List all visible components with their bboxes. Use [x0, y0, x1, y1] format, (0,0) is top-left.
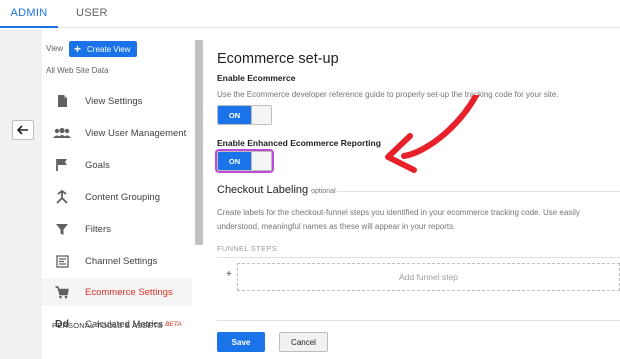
checkout-description-line-2: understood, meaningful names as these wi…	[217, 222, 456, 231]
toggle-on-label: ON	[218, 152, 251, 170]
channel-icon	[52, 253, 72, 269]
section-heading: PERSONAL TOOLS & ASSETS	[52, 321, 163, 330]
enable-ecommerce-label: Enable Ecommerce	[217, 73, 296, 83]
nav-item-view-settings[interactable]: View Settings	[42, 87, 192, 115]
create-view-button[interactable]: + Create View	[69, 41, 137, 57]
add-funnel-step-button[interactable]: Add funnel step	[237, 263, 620, 291]
enhanced-ecommerce-label: Enable Enhanced Ecommerce Reporting	[217, 138, 381, 148]
optional-tag: optional	[311, 188, 336, 195]
toggle-knob	[251, 152, 271, 170]
document-icon	[52, 93, 72, 109]
arrow-left-icon	[17, 125, 28, 135]
create-view-label: Create View	[87, 44, 131, 54]
nav-item-label: Filters	[85, 223, 111, 235]
toggle-on-label: ON	[218, 106, 251, 124]
cancel-button[interactable]: Cancel	[279, 332, 328, 352]
nav-item-channel-settings[interactable]: Channel Settings	[42, 247, 192, 275]
funnel-steps-heading: FUNNEL STEPS	[217, 244, 277, 253]
view-nav-panel: View + Create View All Web Site Data Vie…	[42, 29, 192, 359]
tab-admin[interactable]: ADMIN	[0, 0, 58, 28]
toggle-knob	[251, 106, 271, 124]
save-button[interactable]: Save	[217, 332, 265, 352]
nav-scrollbar[interactable]	[195, 40, 203, 245]
nav-item-view-user-management[interactable]: View User Management	[42, 119, 192, 147]
divider	[337, 191, 620, 192]
nav-item-goals[interactable]: Goals	[42, 151, 192, 179]
plus-icon: +	[226, 269, 232, 280]
back-button[interactable]	[12, 120, 34, 140]
checkout-description-line-1: Create labels for the checkout-funnel st…	[217, 208, 580, 217]
nav-item-ecommerce-settings[interactable]: Ecommerce Settings	[42, 278, 192, 306]
nav-item-content-grouping[interactable]: Content Grouping	[42, 183, 192, 211]
flag-icon	[52, 157, 72, 173]
grouping-icon	[52, 189, 72, 205]
nav-item-label: Channel Settings	[85, 255, 158, 267]
top-tabs: ADMIN USER	[0, 0, 620, 28]
nav-item-label: View User Management	[85, 127, 187, 139]
nav-item-filters[interactable]: Filters	[42, 215, 192, 243]
cart-icon	[52, 284, 72, 300]
divider	[217, 257, 620, 258]
enable-ecommerce-toggle[interactable]: ON	[217, 105, 272, 125]
nav-item-label: Goals	[85, 159, 110, 171]
plus-icon: +	[74, 42, 82, 56]
view-name: All Web Site Data	[46, 66, 109, 75]
left-column	[0, 29, 42, 359]
checkout-labeling-title: Checkout Labeling	[217, 184, 309, 196]
users-icon	[52, 125, 72, 141]
enhanced-ecommerce-toggle[interactable]: ON	[215, 149, 274, 173]
page-title: Ecommerce set-up	[217, 51, 339, 67]
tab-user[interactable]: USER	[76, 0, 112, 28]
divider	[217, 320, 620, 321]
filter-icon	[52, 221, 72, 237]
view-label: View	[46, 44, 64, 53]
add-funnel-step-label: Add funnel step	[398, 272, 459, 282]
checkout-labeling-heading: Checkout Labeling optional	[217, 184, 336, 196]
nav-item-label: View Settings	[85, 95, 143, 107]
ecommerce-setup-panel: Ecommerce set-up Enable Ecommerce Use th…	[215, 29, 620, 359]
nav-item-label: Content Grouping	[85, 191, 160, 203]
beta-badge: BETA	[165, 320, 182, 328]
annotation-arrow-icon	[385, 95, 480, 173]
nav-item-label: Ecommerce Settings	[85, 286, 173, 298]
